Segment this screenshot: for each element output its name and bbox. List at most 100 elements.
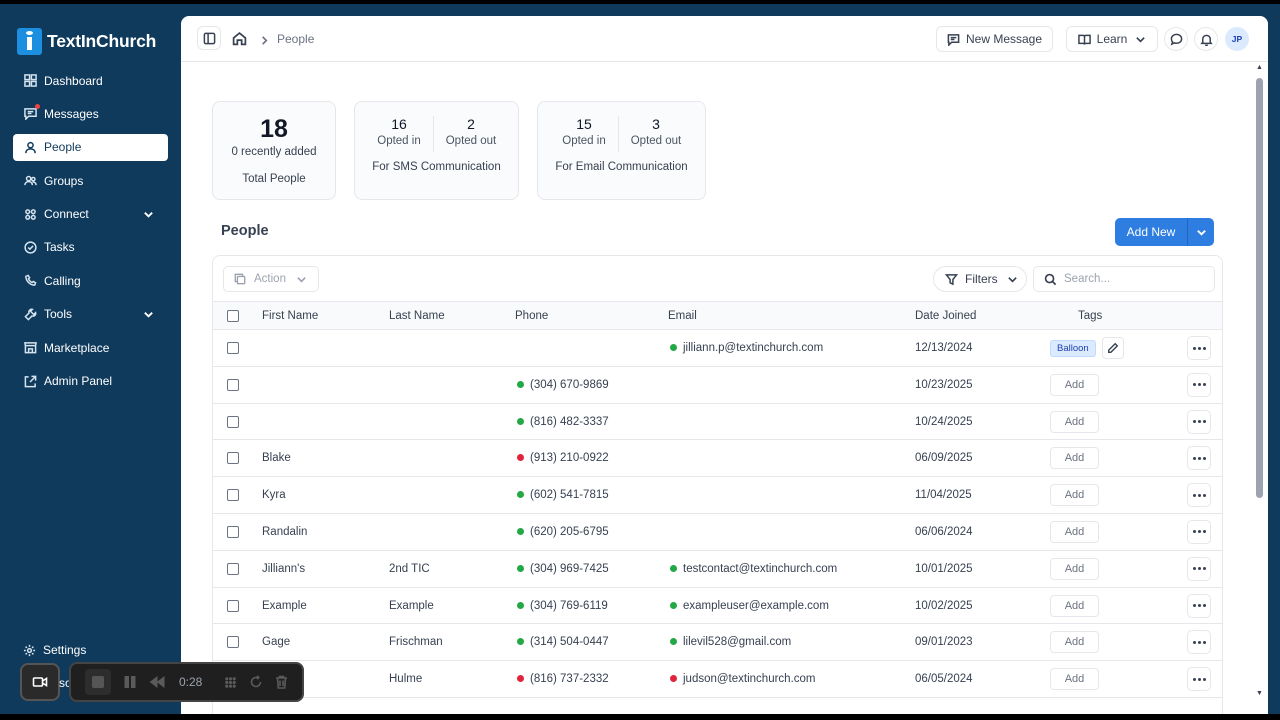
row-more-button[interactable] [1187, 667, 1211, 692]
add-tag-button[interactable]: Add [1050, 557, 1099, 580]
column-last-name[interactable]: Last Name [389, 310, 445, 322]
logo[interactable]: TextInChurch [17, 28, 156, 55]
add-tag-button[interactable]: Add [1050, 447, 1099, 470]
table-row[interactable]: (816) 482-3337 10/24/2025 Add [213, 404, 1222, 441]
sidebar-item-tasks[interactable]: Tasks [13, 234, 168, 261]
toggle-sidebar-button[interactable] [197, 26, 221, 50]
stop-recording-button[interactable] [85, 669, 111, 695]
add-new-dropdown[interactable] [1188, 227, 1214, 238]
row-checkbox[interactable] [227, 452, 239, 465]
table-row[interactable]: Jilliann's 2nd TIC (304) 969-7425 testconta… [213, 551, 1222, 588]
row-checkbox[interactable] [227, 342, 239, 354]
row-checkbox[interactable] [227, 415, 239, 428]
new-message-button[interactable]: New Message [936, 26, 1053, 52]
row-more-button[interactable] [1187, 372, 1211, 397]
row-checkbox[interactable] [227, 599, 239, 612]
scroll-down-arrow[interactable]: ▼ [1256, 690, 1263, 697]
add-tag-button[interactable]: Add [1050, 484, 1099, 507]
column-date-joined[interactable]: Date Joined [915, 310, 976, 322]
sidebar-item-marketplace[interactable]: Marketplace [13, 334, 168, 361]
add-tag-button[interactable]: Add [1050, 373, 1099, 396]
select-all-checkbox[interactable] [227, 310, 239, 322]
learn-button[interactable]: Learn [1066, 26, 1158, 52]
sidebar-item-admin-panel[interactable]: Admin Panel [13, 368, 168, 395]
edit-tags-button[interactable] [1102, 337, 1124, 359]
table-row[interactable]: Example Example (304) 769-6119 exampleuser@… [213, 588, 1222, 625]
table-row[interactable]: Blake (913) 210-0922 06/09/2025 Add [213, 440, 1222, 478]
sidebar-item-calling[interactable]: Calling [13, 267, 168, 294]
row-more-button[interactable] [1187, 630, 1211, 655]
add-tag-button[interactable]: Add [1050, 410, 1099, 433]
sms-stats-card: 16 Opted in 2 Opted out For SMS Communic… [354, 101, 519, 200]
row-more-button[interactable] [1187, 446, 1211, 471]
drag-handle[interactable] [224, 676, 237, 689]
table-row[interactable]: jilliann.p@textinchurch.com 12/13/2024 Bal… [213, 330, 1222, 367]
column-first-name[interactable]: First Name [262, 310, 318, 322]
notifications-button[interactable] [1194, 27, 1218, 51]
row-more-button[interactable] [1187, 409, 1211, 434]
row-checkbox[interactable] [227, 636, 239, 649]
cell-email[interactable]: testcontact@textinchurch.com [670, 563, 837, 575]
column-email[interactable]: Email [668, 310, 697, 322]
add-new-button[interactable]: Add New [1115, 218, 1214, 246]
sidebar-item-tools[interactable]: Tools [13, 301, 168, 328]
row-more-button[interactable] [1187, 336, 1211, 360]
scroll-up-arrow[interactable]: ▲ [1256, 64, 1263, 71]
column-phone[interactable]: Phone [515, 310, 548, 322]
avatar[interactable]: JP [1225, 27, 1249, 51]
table-row[interactable]: Kyra (602) 541-7815 11/04/2025 Add [213, 477, 1222, 514]
camera-toggle-button[interactable] [20, 663, 60, 701]
add-tag-button[interactable]: Add [1050, 594, 1099, 617]
add-tag-button[interactable]: Add [1050, 631, 1099, 654]
sidebar-item-settings[interactable]: Settings [23, 643, 86, 657]
sidebar-item-people[interactable]: People [13, 133, 168, 161]
row-more-button[interactable] [1187, 556, 1211, 581]
table-body: jilliann.p@textinchurch.com 12/13/2024 Bal… [213, 330, 1222, 698]
cell-phone[interactable]: (304) 769-6119 [517, 600, 608, 612]
cell-phone[interactable]: (314) 504-0447 [517, 636, 609, 648]
sidebar-item-dashboard[interactable]: Dashboard [13, 67, 168, 94]
table-row[interactable]: Gage Frischman (314) 504-0447 lilevil528@gm… [213, 624, 1222, 662]
sidebar-item-messages[interactable]: Messages [13, 100, 168, 127]
add-tag-button[interactable]: Add [1050, 668, 1099, 691]
row-more-button[interactable] [1187, 483, 1211, 508]
cell-phone[interactable]: (304) 969-7425 [517, 563, 609, 575]
cell-phone[interactable]: (620) 205-6795 [517, 526, 609, 538]
row-checkbox[interactable] [227, 378, 239, 391]
search-input[interactable] [1064, 273, 1204, 285]
cell-phone[interactable]: (602) 541-7815 [517, 489, 609, 501]
restart-button[interactable] [249, 675, 263, 689]
cell-phone[interactable]: (304) 670-9869 [517, 379, 609, 391]
cell-phone[interactable]: (816) 482-3337 [517, 416, 609, 428]
cell-email[interactable]: judson@textinchurch.com [670, 673, 816, 685]
rewind-button[interactable] [149, 675, 165, 689]
sidebar-item-connect[interactable]: Connect [13, 201, 168, 228]
column-tags[interactable]: Tags [1078, 310, 1102, 322]
action-button[interactable]: Action [223, 266, 319, 292]
cell-email[interactable]: exampleuser@example.com [670, 600, 829, 612]
row-checkbox[interactable] [227, 562, 239, 575]
table-row[interactable]: Randalin (620) 205-6795 06/06/2024 Add [213, 514, 1222, 551]
cell-phone[interactable]: (913) 210-0922 [517, 452, 609, 464]
table-row[interactable]: Hulme (816) 737-2332 judson@textinchurch.c… [213, 661, 1222, 698]
search-field[interactable] [1033, 266, 1215, 292]
cell-email[interactable]: lilevil528@gmail.com [670, 636, 791, 648]
row-checkbox[interactable] [227, 489, 239, 502]
cell-email[interactable]: jilliann.p@textinchurch.com [670, 342, 823, 354]
row-checkbox[interactable] [227, 525, 239, 538]
pause-button[interactable] [123, 675, 137, 689]
chat-button[interactable] [1164, 27, 1188, 51]
sidebar-item-groups[interactable]: Groups [13, 167, 168, 194]
filters-button[interactable]: Filters [933, 266, 1027, 292]
cell-phone[interactable]: (816) 737-2332 [517, 673, 609, 685]
breadcrumb-home[interactable] [232, 31, 247, 51]
sidebar-item-label: Marketplace [44, 340, 110, 355]
add-tag-button[interactable]: Add [1050, 520, 1099, 543]
row-more-button[interactable] [1187, 519, 1211, 544]
email-status-dot [670, 344, 677, 351]
scrollbar-thumb[interactable] [1256, 78, 1263, 498]
delete-recording-button[interactable] [275, 675, 288, 689]
tag-badge[interactable]: Balloon [1050, 340, 1096, 357]
row-more-button[interactable] [1187, 593, 1211, 618]
table-row[interactable]: (304) 670-9869 10/23/2025 Add [213, 367, 1222, 404]
